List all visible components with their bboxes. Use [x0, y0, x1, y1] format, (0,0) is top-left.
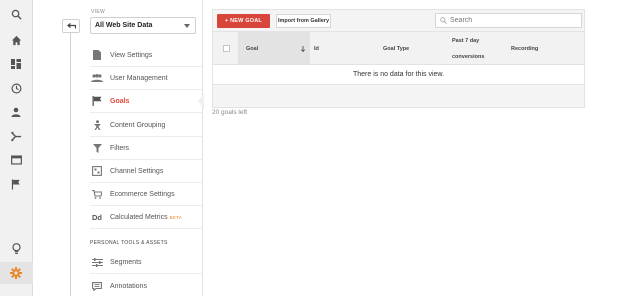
nav-item-label: Goals: [110, 97, 130, 105]
chevron-down-icon: [184, 24, 190, 28]
behavior-icon[interactable]: [8, 152, 24, 168]
nav-item-ecommerce-settings[interactable]: Ecommerce Settings: [90, 183, 202, 206]
nav-item-view-settings[interactable]: View Settings: [90, 44, 202, 67]
person-icon[interactable]: [8, 104, 24, 120]
cart-icon: [91, 188, 103, 200]
goals-table: Goal Id Goal Type Past 7 day conversions…: [212, 31, 585, 108]
gear-icon[interactable]: [8, 265, 24, 281]
nav-item-label: Ecommerce Settings: [110, 190, 175, 198]
content-grouping-icon: [91, 119, 103, 131]
back-button[interactable]: [62, 19, 80, 33]
flag-icon: [91, 95, 103, 107]
filter-icon: [91, 142, 103, 154]
lightbulb-icon[interactable]: [8, 241, 24, 257]
nav-item-calculated-metrics[interactable]: Dd Calculated Metrics BETA: [90, 206, 202, 229]
back-arrow-icon: [66, 22, 76, 28]
goals-toolbar: + NEW GOAL Import from Gallery: [212, 9, 585, 31]
left-rail: [0, 0, 33, 296]
import-from-gallery-button[interactable]: Import from Gallery: [276, 14, 331, 28]
section-label-personal-tools: PERSONAL TOOLS & ASSETS: [90, 240, 168, 246]
column-header-goal-type[interactable]: Goal Type: [383, 32, 409, 65]
dashboard-icon[interactable]: [8, 56, 24, 72]
clock-icon[interactable]: [8, 80, 24, 96]
nav-item-label: Calculated Metrics: [110, 213, 168, 221]
view-label: VIEW: [91, 9, 105, 15]
nav-item-user-management[interactable]: User Management: [90, 67, 202, 90]
select-all-checkbox[interactable]: [223, 45, 230, 52]
column-header-id[interactable]: Id: [314, 32, 319, 65]
table-header: Goal Id Goal Type Past 7 day conversions…: [213, 32, 584, 65]
active-pointer: [198, 93, 204, 109]
nav-tree-line: [70, 33, 71, 296]
view-select-value: All Web Site Data: [95, 22, 153, 29]
nav-item-label: Channel Settings: [110, 167, 164, 175]
nav-item-segments[interactable]: Segments: [90, 251, 202, 274]
view-select[interactable]: All Web Site Data: [90, 17, 196, 34]
nav-item-label: Filters: [110, 144, 130, 152]
nav-item-filters[interactable]: Filters: [90, 137, 202, 160]
nav-item-label: View Settings: [110, 51, 153, 59]
document-icon: [91, 49, 103, 61]
users-icon: [91, 72, 103, 84]
nav-item-annotations[interactable]: Annotations: [90, 275, 202, 296]
flag-icon[interactable]: [8, 176, 24, 192]
beta-badge: BETA: [169, 214, 183, 220]
goals-left-count: 20 goals left: [212, 109, 248, 116]
column-header-goal[interactable]: Goal: [246, 32, 258, 65]
search-icon[interactable]: [8, 6, 24, 22]
acquisition-icon[interactable]: [8, 128, 24, 144]
nav-item-content-grouping[interactable]: Content Grouping: [90, 114, 202, 137]
nav-item-label: Annotations: [110, 283, 147, 290]
home-icon[interactable]: [8, 32, 24, 48]
empty-table-message: There is no data for this view.: [213, 65, 584, 85]
nav-item-label: Content Grouping: [110, 121, 166, 129]
channel-icon: [91, 165, 103, 177]
column-header-conversions[interactable]: conversions: [452, 40, 484, 73]
segments-icon: [91, 256, 103, 268]
column-header-recording[interactable]: Recording: [511, 32, 538, 65]
search-input[interactable]: [450, 17, 570, 24]
nav-item-label: Segments: [110, 258, 142, 266]
table-footer: [213, 85, 584, 107]
dd-icon: Dd: [92, 212, 102, 222]
search-icon: [440, 17, 447, 24]
annotations-icon: [91, 281, 103, 293]
sort-arrow-icon: [301, 32, 305, 65]
nav-item-label: User Management: [110, 74, 168, 82]
nav-item-goals[interactable]: Goals: [90, 90, 202, 113]
nav-item-channel-settings[interactable]: Channel Settings: [90, 160, 202, 183]
new-goal-button[interactable]: + NEW GOAL: [217, 14, 270, 28]
